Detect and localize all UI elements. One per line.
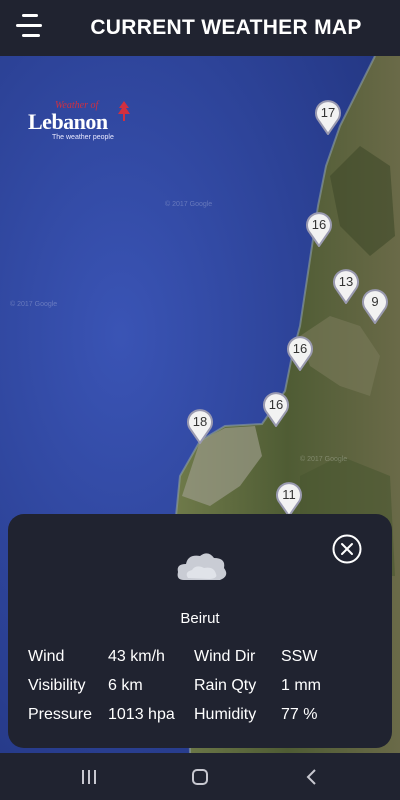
wind-label: Wind <box>28 648 65 665</box>
back-icon[interactable] <box>297 765 327 789</box>
map-pin[interactable]: 17 <box>314 99 342 135</box>
system-navigation-bar <box>0 753 400 800</box>
visibility-label: Visibility <box>28 677 86 694</box>
pin-temperature: 17 <box>320 105 336 120</box>
humidity-value: 77 % <box>281 706 318 723</box>
logo-big-text: Lebanon <box>28 109 108 134</box>
pin-temperature: 9 <box>371 294 379 309</box>
map-pin[interactable]: 16 <box>286 335 314 371</box>
pin-temperature: 16 <box>268 397 284 412</box>
home-icon[interactable] <box>185 765 215 789</box>
logo-tagline: The weather people <box>52 134 114 141</box>
close-circle-icon[interactable] <box>332 534 362 564</box>
map-watermark: © 2017 Google <box>10 301 58 308</box>
map-pin[interactable]: 13 <box>332 268 360 304</box>
humidity-label: Humidity <box>194 706 257 723</box>
hamburger-menu-icon[interactable] <box>14 12 46 42</box>
pin-temperature: 11 <box>282 487 296 502</box>
detail-row-visibility: Visibility 6 km Rain Qty 1 mm <box>28 677 378 701</box>
pressure-label: Pressure <box>28 706 93 723</box>
city-name: Beirut <box>180 610 220 627</box>
rain-label: Rain Qty <box>194 677 257 694</box>
visibility-value: 6 km <box>108 677 143 694</box>
page-title: CURRENT WEATHER MAP <box>90 16 362 39</box>
cedar-icon <box>118 101 130 121</box>
map-pin[interactable]: 11 <box>275 481 303 517</box>
weather-of-lebanon-logo: Weather of Lebanon The weather people <box>28 100 138 144</box>
pin-temperature: 16 <box>292 341 308 356</box>
cloud-icon <box>177 553 227 580</box>
map-pin[interactable]: 18 <box>186 408 214 444</box>
pin-temperature: 13 <box>338 274 354 289</box>
map-pin[interactable]: 16 <box>262 391 290 427</box>
wind-dir-value: SSW <box>281 648 318 665</box>
rain-value: 1 mm <box>281 677 321 694</box>
map-watermark: © 2017 Google <box>165 201 213 208</box>
weather-detail-card: Beirut Wind 43 km/h Wind Dir SSW Visibil… <box>8 514 392 748</box>
app-header: CURRENT WEATHER MAP <box>0 0 400 56</box>
pressure-value: 1013 hpa <box>108 706 175 723</box>
map-pin[interactable]: 9 <box>361 288 389 324</box>
map-watermark: © 2017 Google <box>300 456 348 463</box>
map-pin[interactable]: 16 <box>305 211 333 247</box>
pin-temperature: 16 <box>311 217 327 232</box>
recent-apps-icon[interactable] <box>74 765 104 789</box>
wind-value: 43 km/h <box>108 648 165 665</box>
detail-row-wind: Wind 43 km/h Wind Dir SSW <box>28 648 378 672</box>
wind-dir-label: Wind Dir <box>194 648 256 665</box>
detail-row-pressure: Pressure 1013 hpa Humidity 77 % <box>28 706 378 730</box>
pin-temperature: 18 <box>192 414 208 429</box>
